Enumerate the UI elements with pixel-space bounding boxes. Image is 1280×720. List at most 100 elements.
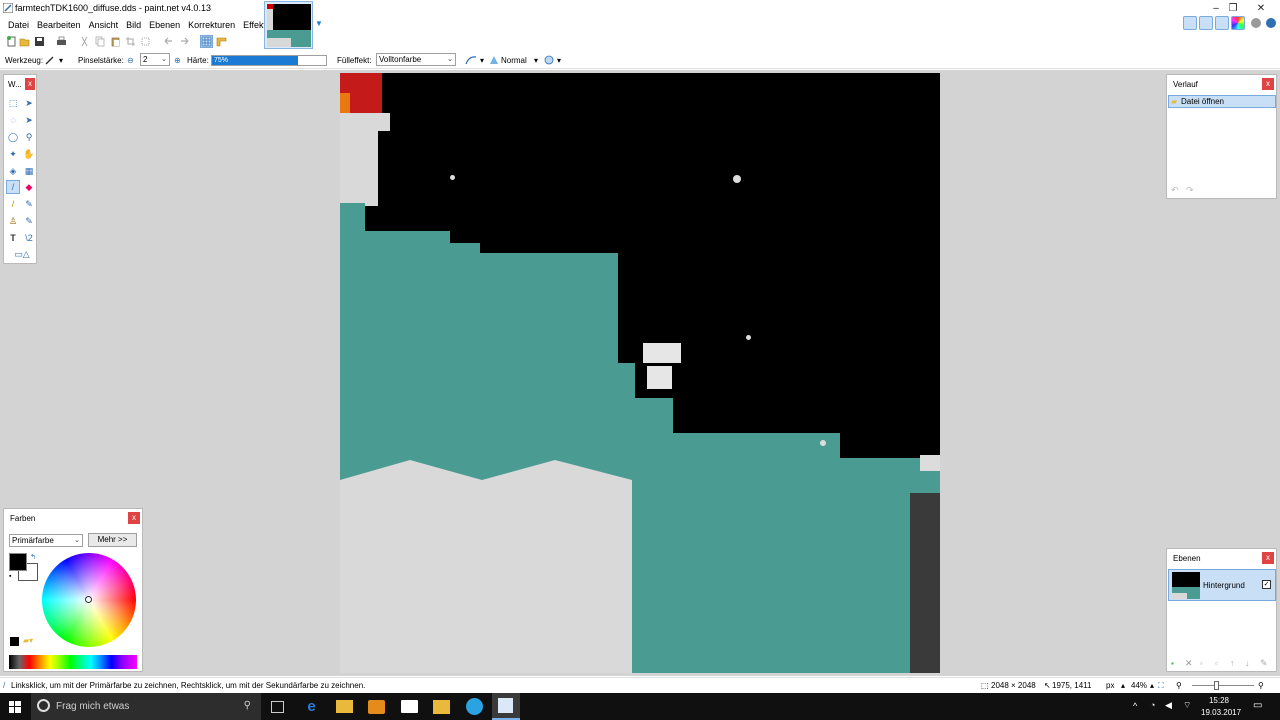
document-tab[interactable] [264, 1, 313, 49]
ruler-icon[interactable] [216, 36, 227, 47]
menu-image[interactable]: Bild [122, 20, 145, 30]
wifi-icon[interactable]: ⌔ [1183, 700, 1191, 711]
paint-bucket-icon[interactable]: ◈ [7, 165, 19, 177]
fill-mode-select[interactable]: Volltonfarbe ⌄ [376, 53, 456, 66]
redo-icon[interactable] [179, 36, 190, 47]
history-undo-icon[interactable]: ↶ [1171, 185, 1179, 196]
merge-layer-icon[interactable]: ▫ [1215, 659, 1218, 668]
task-view-icon[interactable] [271, 701, 284, 713]
tray-arrow-icon[interactable]: ^ [1133, 701, 1137, 711]
add-layer-icon[interactable]: ▪ [1171, 659, 1174, 668]
history-close-icon[interactable]: x [1262, 78, 1274, 90]
palette-add-icon[interactable] [10, 637, 19, 646]
windows-start-icon[interactable] [9, 701, 21, 713]
settings-icon[interactable] [1251, 18, 1261, 28]
clock-date[interactable]: 19.03.2017 [1201, 708, 1241, 717]
move-selection-icon[interactable]: ➤ [23, 97, 35, 109]
paintnet-taskbar-button[interactable] [492, 693, 520, 720]
unit-dropdown-arrow-icon[interactable]: ▴ [1121, 681, 1125, 690]
color-palette[interactable] [9, 655, 137, 669]
selection-mode-icon[interactable] [544, 55, 554, 65]
grid-icon[interactable] [200, 35, 213, 48]
tab-list-arrow-icon[interactable]: ▼ [315, 19, 323, 28]
zoom-level[interactable]: 44% [1131, 681, 1147, 690]
menu-adjustments[interactable]: Korrekturen [184, 20, 239, 30]
paste-icon[interactable] [110, 36, 121, 47]
menu-layers[interactable]: Ebenen [145, 20, 184, 30]
zoom-icon[interactable]: ⚲ [23, 131, 35, 143]
save-icon[interactable] [34, 36, 45, 47]
line-curve-icon[interactable]: \2 [23, 232, 35, 244]
move-layer-up-icon[interactable]: ↑ [1230, 658, 1235, 668]
move-layer-down-icon[interactable]: ↓ [1245, 658, 1250, 668]
rectangle-select-icon[interactable]: ⬚ [7, 97, 19, 109]
paintbrush-icon[interactable] [45, 55, 55, 65]
menu-view[interactable]: Ansicht [85, 20, 123, 30]
tools-toggle-icon[interactable] [1183, 16, 1197, 30]
swap-colors-icon[interactable]: ↰ [30, 553, 36, 561]
pan-icon[interactable]: ✋ [23, 148, 35, 160]
microphone-icon[interactable]: ⚲ [244, 700, 251, 711]
history-redo-icon[interactable]: ↷ [1186, 185, 1194, 196]
maximize-button[interactable]: ❐ [1219, 0, 1247, 16]
deselect-icon[interactable] [140, 36, 151, 47]
recolor-icon[interactable]: ✎ [23, 215, 35, 227]
primary-color-swatch[interactable] [9, 553, 27, 571]
brush-width-combo[interactable]: 2 ⌄ [140, 53, 170, 66]
zoom-out-icon[interactable]: ⚲ [1176, 681, 1182, 690]
magic-wand-icon[interactable]: ✦ [7, 148, 19, 160]
antialiasing-icon[interactable] [465, 55, 477, 65]
menu-file[interactable]: Datei [4, 20, 33, 30]
history-toggle-icon[interactable] [1199, 16, 1213, 30]
undo-icon[interactable] [163, 36, 174, 47]
paintbrush-tool-icon[interactable]: / [6, 180, 20, 194]
eraser-icon[interactable]: ◆ [23, 181, 35, 193]
image-canvas[interactable] [340, 73, 940, 673]
layers-toggle-icon[interactable] [1215, 16, 1229, 30]
edge-icon[interactable]: e [303, 698, 320, 715]
decrease-width-icon[interactable]: ⊖ [127, 56, 134, 65]
layer-properties-icon[interactable]: ✎ [1260, 658, 1268, 669]
zoom-slider[interactable] [1192, 681, 1254, 690]
lasso-select-icon[interactable]: ◌ [7, 114, 19, 126]
help-icon[interactable] [1266, 18, 1276, 28]
duplicate-layer-icon[interactable]: ▫ [1200, 659, 1203, 668]
zoom-fit-icon[interactable]: ⛶ [1158, 681, 1164, 691]
media-icon[interactable] [368, 700, 385, 714]
crop-icon[interactable] [125, 36, 136, 47]
layers-close-icon[interactable]: x [1262, 552, 1274, 564]
clock-time[interactable]: 15:28 [1203, 696, 1235, 705]
cut-icon[interactable] [79, 36, 90, 47]
new-file-icon[interactable] [6, 36, 17, 47]
selection-dropdown-arrow-icon[interactable]: ▾ [557, 56, 561, 65]
copy-icon[interactable] [94, 36, 105, 47]
blend-mode-value[interactable]: Normal [501, 56, 527, 65]
volume-icon[interactable]: ◀ [1165, 700, 1172, 711]
more-colors-button[interactable]: Mehr >> [88, 533, 137, 547]
blend-dropdown-arrow-icon[interactable]: ▾ [534, 56, 538, 65]
zoom-dropdown-arrow-icon[interactable]: ▴ [1150, 681, 1154, 690]
unit-select[interactable]: px [1106, 681, 1114, 690]
colors-close-icon[interactable]: x [128, 512, 140, 524]
print-icon[interactable] [56, 36, 67, 47]
zoom-slider-thumb[interactable] [1214, 681, 1219, 690]
increase-width-icon[interactable]: ⊕ [174, 56, 181, 65]
tools-close-icon[interactable]: x [25, 78, 35, 90]
folder-icon[interactable] [433, 700, 450, 714]
ellipse-select-icon[interactable]: ◯ [7, 131, 19, 143]
reset-colors-icon[interactable]: ▪ [9, 573, 11, 580]
color-wheel[interactable] [42, 553, 136, 647]
explorer-icon[interactable] [336, 700, 353, 713]
move-selected-icon[interactable]: ➤ [23, 114, 35, 126]
gradient-icon[interactable]: ▦ [23, 165, 35, 177]
layer-row[interactable]: Hintergrund ✓ [1168, 569, 1276, 601]
clone-stamp-icon[interactable]: ♙ [7, 215, 19, 227]
notifications-icon[interactable]: ▭ [1253, 700, 1262, 711]
close-window-button[interactable]: ✕ [1247, 0, 1275, 16]
palette-menu-icon[interactable]: ▰▾ [23, 636, 33, 645]
text-icon[interactable]: T [7, 232, 19, 244]
delete-layer-icon[interactable]: ✕ [1185, 658, 1193, 669]
antialias-dropdown-arrow-icon[interactable]: ▾ [480, 56, 484, 65]
network-icon[interactable]: ◔ [1150, 700, 1155, 710]
store-icon[interactable] [401, 700, 418, 713]
